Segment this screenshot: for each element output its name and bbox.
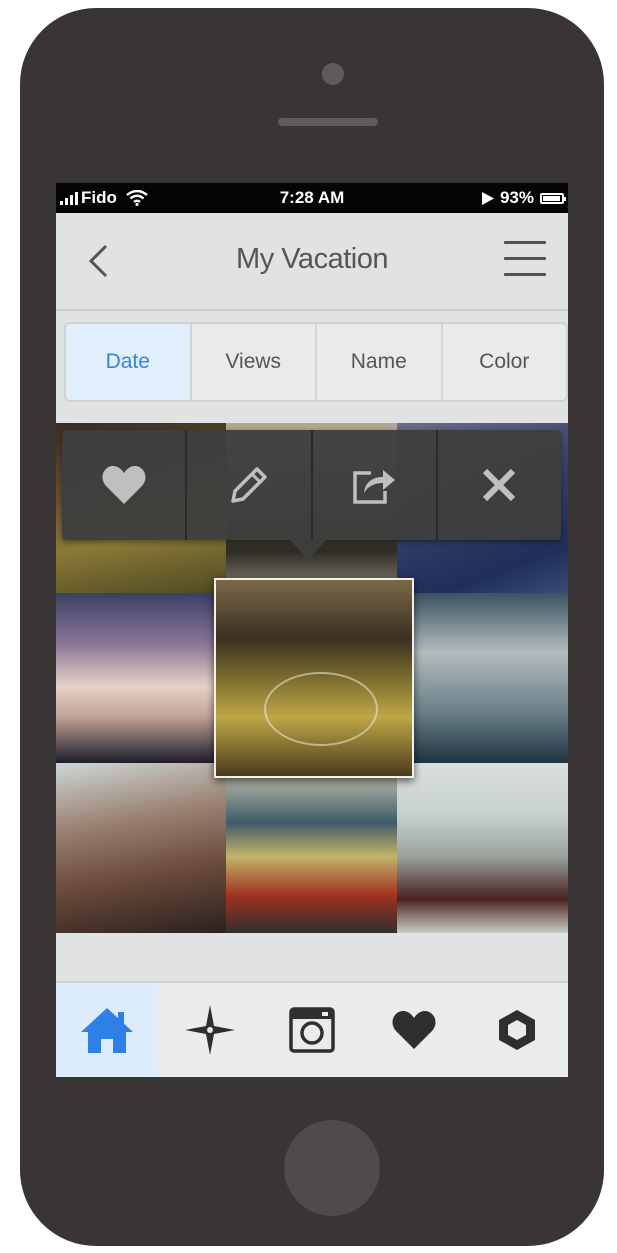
tab-camera[interactable] [261, 983, 363, 1077]
compass-star-icon [184, 1005, 235, 1055]
tab-settings[interactable] [466, 983, 568, 1077]
camera-icon [289, 1007, 335, 1053]
hexagon-icon [498, 1010, 535, 1050]
pencil-icon [231, 467, 267, 503]
hamburger-menu-icon[interactable] [504, 241, 546, 281]
close-button[interactable] [438, 430, 561, 540]
tab-views[interactable]: Views [192, 324, 317, 400]
tab-color[interactable]: Color [443, 324, 567, 400]
share-button[interactable] [313, 430, 438, 540]
front-camera [322, 63, 344, 85]
home-icon [81, 1008, 134, 1053]
tab-explore[interactable] [158, 983, 260, 1077]
favorite-button[interactable] [62, 430, 188, 540]
tab-name[interactable]: Name [317, 324, 443, 400]
photo-action-popover [62, 430, 561, 540]
home-button[interactable] [284, 1120, 380, 1216]
photo-detail [264, 672, 378, 746]
sort-tabs: Date Views Name Color [64, 322, 568, 402]
popover-pointer [290, 540, 326, 560]
tab-favorites[interactable] [363, 983, 465, 1077]
heart-icon [102, 465, 146, 504]
status-bar: Fido 7:28 AM 93% [56, 183, 568, 213]
status-right: 93% [481, 188, 566, 208]
share-icon [353, 470, 396, 504]
earpiece-speaker [278, 118, 378, 126]
photo-thumbnail[interactable] [397, 593, 568, 763]
bottom-tab-bar [56, 983, 568, 1077]
photo-thumbnail[interactable] [56, 763, 226, 933]
photo-thumbnail[interactable] [226, 763, 397, 933]
navigation-bar: My Vacation [56, 213, 568, 311]
tab-home[interactable] [56, 983, 159, 1077]
page-title: My Vacation [236, 243, 388, 275]
heart-icon [392, 1010, 436, 1049]
photo-thumbnail[interactable] [397, 763, 568, 933]
selected-photo[interactable] [214, 578, 414, 778]
close-icon [483, 468, 516, 502]
tab-date[interactable]: Date [66, 324, 192, 400]
photo-thumbnail[interactable] [56, 593, 226, 763]
content-footer [56, 933, 568, 983]
location-arrow-icon [481, 191, 494, 205]
edit-button[interactable] [187, 430, 313, 540]
app-screen: Fido 7:28 AM 93% My Vacation Date Views … [56, 183, 568, 1077]
battery-percent: 93% [499, 188, 534, 207]
battery-icon [540, 192, 566, 204]
